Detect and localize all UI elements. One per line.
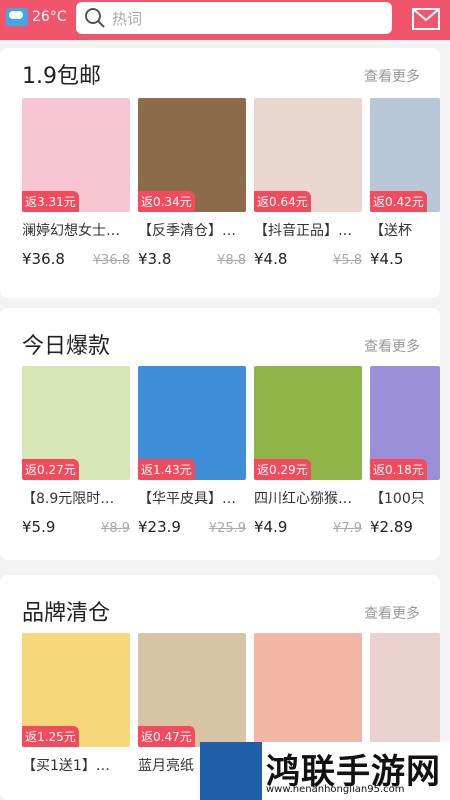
original-price: ¥8.8 bbox=[217, 253, 246, 268]
product-image: 返1.25元 bbox=[22, 633, 130, 747]
top-bar: 26°C 热词 bbox=[0, 0, 450, 40]
rebate-badge: 返0.47元 bbox=[138, 726, 195, 747]
product-image: 返0.34元 bbox=[138, 98, 246, 212]
original-price: ¥25.9 bbox=[208, 521, 246, 536]
rebate-badge: 返0.29元 bbox=[254, 459, 311, 480]
product-image: 返0.47元 bbox=[138, 633, 246, 747]
product-name: 【买1送1】… bbox=[22, 758, 110, 774]
rebate-badge: 返1.25元 bbox=[22, 726, 79, 747]
product-name: 【送杯 bbox=[370, 223, 412, 239]
product-price: ¥3.8 bbox=[138, 250, 172, 268]
product-card[interactable]: 返0.29元 四川红心猕猴… ¥4.9 ¥7.9 bbox=[254, 366, 362, 536]
product-image bbox=[254, 633, 362, 747]
section-card: 今日爆款 查看更多 返0.27元 【8.9元限时… ¥5.9 ¥8.9 返1.43… bbox=[0, 308, 440, 560]
product-card[interactable]: 返0.64元 【抖音正品】… ¥4.8 ¥5.8 bbox=[254, 98, 362, 268]
product-name: 【抖音正品】… bbox=[254, 223, 352, 239]
product-price: ¥4.5 bbox=[370, 250, 404, 268]
product-image: 返0.42元 bbox=[370, 98, 440, 212]
rebate-badge: 返0.27元 bbox=[22, 459, 79, 480]
product-image: 返0.64元 bbox=[254, 98, 362, 212]
weather-widget[interactable]: 26°C bbox=[6, 8, 67, 26]
search-icon bbox=[85, 8, 105, 28]
product-price: ¥5.9 bbox=[22, 518, 56, 536]
search-placeholder: 热词 bbox=[112, 9, 143, 28]
rebate-badge: 返3.31元 bbox=[22, 191, 79, 212]
original-price: ¥5.8 bbox=[333, 253, 362, 268]
rebate-badge: 返0.34元 bbox=[138, 191, 195, 212]
section-title: 今日爆款 bbox=[22, 334, 111, 359]
product-price: ¥4.9 bbox=[254, 518, 288, 536]
product-card[interactable]: 返0.42元 【送杯 ¥4.5 bbox=[370, 98, 440, 268]
view-more-link[interactable]: 查看更多 bbox=[364, 336, 420, 356]
original-price: ¥7.9 bbox=[333, 521, 362, 536]
rebate-badge: 返0.18元 bbox=[370, 459, 427, 480]
rebate-badge: 返0.42元 bbox=[370, 191, 427, 212]
watermark-logo-icon bbox=[200, 742, 262, 800]
mail-icon[interactable] bbox=[412, 6, 440, 32]
watermark-url: www.henanhonglian95.com bbox=[266, 784, 405, 795]
product-name: 【100只 bbox=[370, 491, 425, 507]
temperature: 26°C bbox=[32, 9, 67, 25]
product-image: 返0.29元 bbox=[254, 366, 362, 480]
section-card: 1.9包邮 查看更多 返3.31元 澜婷幻想女士… ¥36.8 ¥36.8 返0.… bbox=[0, 48, 440, 298]
product-name: 【反季清仓】… bbox=[138, 223, 236, 239]
product-price: ¥2.89 bbox=[370, 518, 413, 536]
product-card[interactable]: 返1.43元 【华平皮具】… ¥23.9 ¥25.9 bbox=[138, 366, 246, 536]
weather-icon bbox=[6, 8, 28, 26]
rebate-badge: 返1.43元 bbox=[138, 459, 195, 480]
view-more-link[interactable]: 查看更多 bbox=[364, 603, 420, 623]
original-price: ¥8.9 bbox=[101, 521, 130, 536]
product-card[interactable]: 返0.27元 【8.9元限时… ¥5.9 ¥8.9 bbox=[22, 366, 130, 536]
product-image bbox=[370, 633, 440, 747]
product-price: ¥23.9 bbox=[138, 518, 181, 536]
original-price: ¥36.8 bbox=[92, 253, 130, 268]
rebate-badge: 返0.64元 bbox=[254, 191, 311, 212]
product-price: ¥4.8 bbox=[254, 250, 288, 268]
product-name: 四川红心猕猴… bbox=[254, 491, 352, 507]
product-image: 返0.27元 bbox=[22, 366, 130, 480]
watermark: 鸿联手游网 www.henanhonglian95.com bbox=[200, 742, 450, 800]
product-name: 澜婷幻想女士… bbox=[22, 223, 120, 239]
section-title: 品牌清仓 bbox=[22, 601, 111, 626]
product-card[interactable]: 返1.25元 【买1送1】… bbox=[22, 633, 130, 775]
product-image: 返1.43元 bbox=[138, 366, 246, 480]
product-name: 【华平皮具】… bbox=[138, 491, 236, 507]
product-name: 【8.9元限时… bbox=[22, 491, 115, 507]
product-image: 返3.31元 bbox=[22, 98, 130, 212]
product-image: 返0.18元 bbox=[370, 366, 440, 480]
product-card[interactable]: 返0.34元 【反季清仓】… ¥3.8 ¥8.8 bbox=[138, 98, 246, 268]
search-input[interactable]: 热词 bbox=[76, 2, 392, 34]
product-card[interactable]: 返0.18元 【100只 ¥2.89 bbox=[370, 366, 440, 536]
product-price: ¥36.8 bbox=[22, 250, 65, 268]
product-card[interactable]: 返3.31元 澜婷幻想女士… ¥36.8 ¥36.8 bbox=[22, 98, 130, 268]
view-more-link[interactable]: 查看更多 bbox=[364, 66, 420, 86]
section-title: 1.9包邮 bbox=[22, 64, 101, 89]
